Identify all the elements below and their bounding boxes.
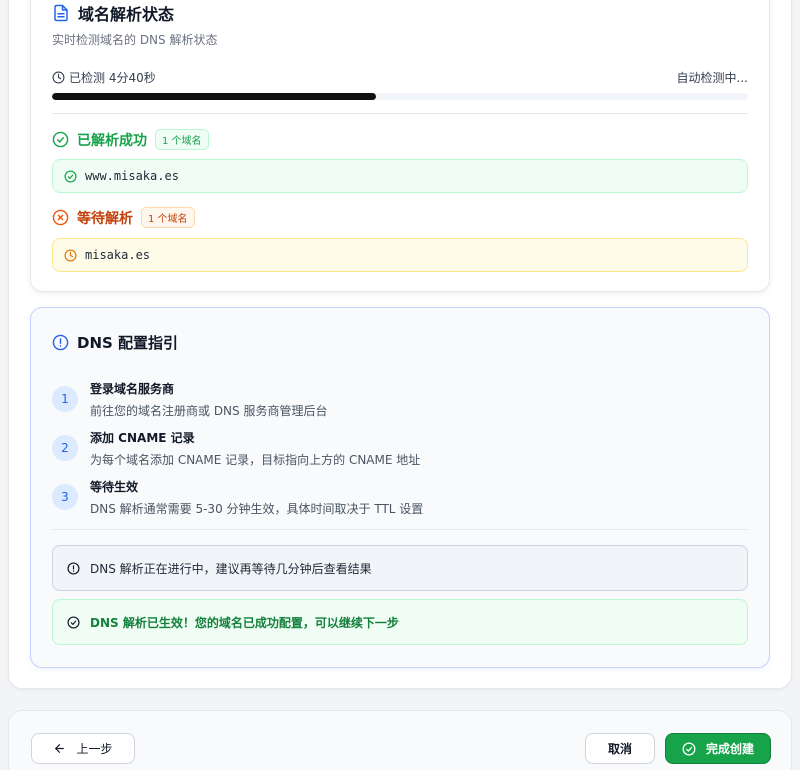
dns-success-notice: DNS 解析已生效！您的域名已成功配置，可以继续下一步: [52, 599, 748, 645]
resolved-label: 已解析成功: [77, 132, 147, 149]
check-circle-icon: [52, 131, 69, 148]
resolved-count-badge: 1 个域名: [155, 129, 209, 150]
elapsed-text: 已检测 4分40秒: [69, 71, 156, 85]
cancel-label: 取消: [607, 742, 632, 756]
guide-step: 2 添加 CNAME 记录 为每个域名添加 CNAME 记录，目标指向上方的 C…: [52, 429, 420, 468]
step-description: DNS 解析通常需要 5-30 分钟生效，具体时间取决于 TTL 设置: [90, 502, 424, 516]
resolved-group-header: 已解析成功 1 个域名: [52, 129, 209, 150]
guide-header: DNS 配置指引: [52, 332, 178, 353]
elapsed-timer: 已检测 4分40秒: [52, 69, 156, 86]
guide-step: 3 等待生效 DNS 解析通常需要 5-30 分钟生效，具体时间取决于 TTL …: [52, 478, 423, 517]
guide-title: DNS 配置指引: [77, 334, 179, 352]
finish-create-button[interactable]: 完成创建: [665, 733, 771, 764]
step-description: 为每个域名添加 CNAME 记录，目标指向上方的 CNAME 地址: [90, 453, 421, 467]
step-description: 前往您的域名注册商或 DNS 服务商管理后台: [90, 404, 328, 418]
guide-step: 1 登录域名服务商 前往您的域名注册商或 DNS 服务商管理后台: [52, 380, 327, 419]
x-circle-icon: [52, 209, 69, 226]
dns-progress-notice: DNS 解析正在进行中，建议再等待几分钟后查看结果: [52, 545, 748, 591]
wizard-footer: 上一步 取消 完成创建: [8, 710, 792, 770]
arrow-left-icon: [53, 742, 66, 755]
pending-domain-item: misaka.es: [52, 238, 748, 272]
previous-step-label: 上一步: [76, 742, 113, 756]
pending-group-header: 等待解析 1 个域名: [52, 207, 195, 228]
auto-detect-status: 自动检测中...: [676, 71, 748, 85]
finish-create-label: 完成创建: [705, 742, 754, 756]
info-circle-icon: [52, 334, 69, 351]
check-circle-icon: [682, 742, 696, 756]
detection-progress-bar: [52, 93, 748, 100]
document-icon: [52, 4, 70, 22]
resolved-domain-name: www.misaka.es: [85, 169, 179, 183]
dns-progress-text: DNS 解析正在进行中，建议再等待几分钟后查看结果: [90, 561, 372, 576]
step-title: 等待生效: [90, 480, 139, 494]
pending-count-badge: 1 个域名: [141, 207, 195, 228]
alert-circle-icon: [67, 561, 80, 575]
status-card-subtitle: 实时检测域名的 DNS 解析状态: [52, 33, 218, 47]
pending-label: 等待解析: [77, 210, 133, 227]
clock-icon: [52, 71, 65, 84]
previous-step-button[interactable]: 上一步: [31, 733, 135, 764]
divider: [52, 529, 748, 530]
dns-success-text: DNS 解析已生效！您的域名已成功配置，可以继续下一步: [90, 615, 399, 630]
step-number: 3: [52, 484, 78, 510]
check-circle-icon: [67, 615, 80, 629]
cancel-button[interactable]: 取消: [585, 733, 655, 764]
step-title: 添加 CNAME 记录: [90, 431, 195, 445]
pending-domain-name: misaka.es: [85, 248, 151, 262]
domain-status-card: 域名解析状态 实时检测域名的 DNS 解析状态 已检测 4分40秒 自动检测中.…: [30, 0, 770, 292]
dns-guide-card: DNS 配置指引 1 登录域名服务商 前往您的域名注册商或 DNS 服务商管理后…: [30, 307, 770, 668]
progress-fill: [52, 93, 376, 100]
step-number: 1: [52, 386, 78, 412]
step-number: 2: [52, 435, 78, 461]
divider: [52, 113, 748, 114]
resolved-domain-item: www.misaka.es: [52, 159, 748, 193]
status-card-title: 域名解析状态: [78, 5, 175, 24]
step-title: 登录域名服务商: [90, 382, 175, 396]
clock-icon: [64, 248, 77, 262]
status-card-header: 域名解析状态: [52, 1, 174, 25]
check-circle-icon: [64, 169, 77, 183]
